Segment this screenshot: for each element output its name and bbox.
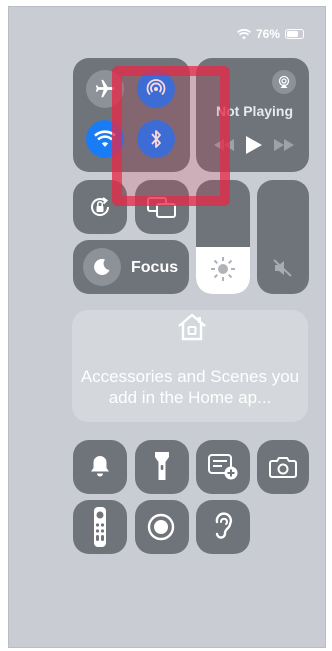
- orientation-lock-icon: [87, 194, 113, 220]
- battery-icon: [285, 29, 304, 39]
- airplay-button[interactable]: [272, 70, 296, 94]
- status-bar: 76%: [236, 27, 304, 41]
- screen-recording-icon: [147, 513, 175, 541]
- hearing-icon: [212, 511, 234, 541]
- wifi-icon: [236, 28, 251, 40]
- home-icon: [176, 312, 208, 342]
- highlight-box: [112, 66, 230, 206]
- quick-note-icon: [208, 454, 238, 480]
- speaker-muted-icon: [272, 258, 294, 278]
- home-empty-message: Accessories and Scenes you add in the Ho…: [80, 367, 300, 407]
- airplay-icon: [277, 75, 291, 89]
- bell-icon: [89, 454, 111, 478]
- play-icon[interactable]: [246, 136, 262, 154]
- moon-icon: [83, 248, 121, 286]
- flashlight-icon: [154, 451, 170, 481]
- camera-icon: [269, 456, 297, 478]
- apple-tv-remote-icon: [93, 506, 107, 548]
- focus-label: Focus: [131, 259, 179, 276]
- fast-forward-icon[interactable]: [274, 139, 294, 151]
- sun-icon: [210, 256, 236, 282]
- battery-percent: 76%: [255, 27, 280, 41]
